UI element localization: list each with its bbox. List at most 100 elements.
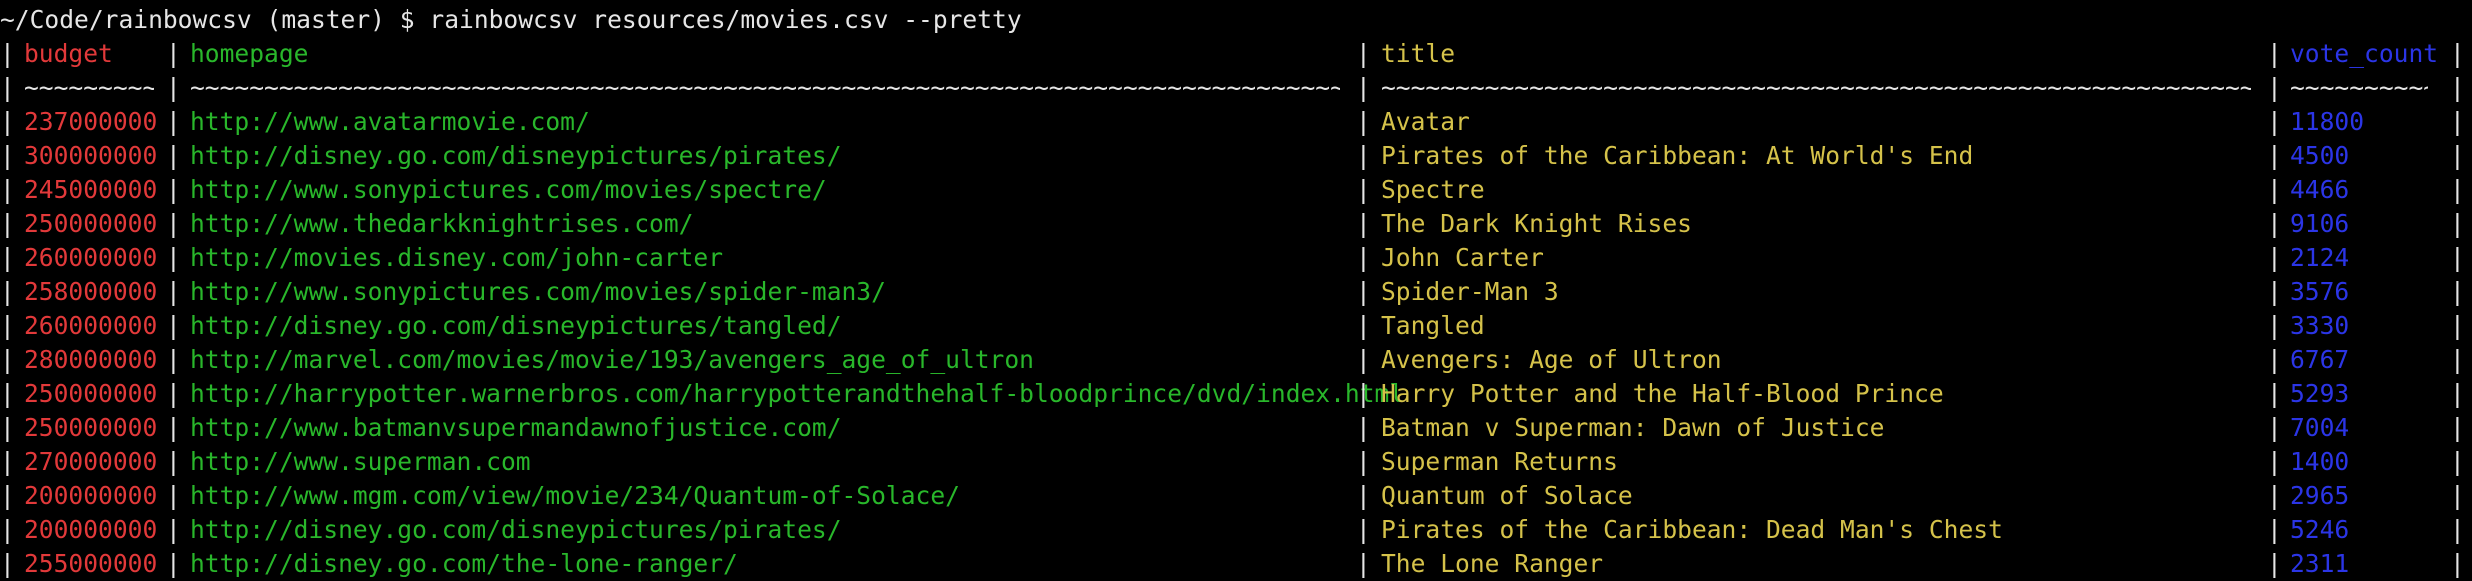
cell-homepage: http://marvel.com/movies/movie/193/aveng… bbox=[190, 345, 1034, 374]
cell-homepage: http://movies.disney.com/john-carter bbox=[190, 243, 724, 272]
column-separator: | bbox=[1356, 209, 1371, 238]
column-separator: | bbox=[2267, 549, 2282, 578]
table-row: | 300000000 | http://disney.go.com/disneypi… bbox=[0, 139, 2472, 173]
cell-title: Spider-Man 3 bbox=[1381, 277, 1559, 306]
cell-homepage: http://www.thedarkknightrises.com/ bbox=[190, 209, 694, 238]
table-row: | 200000000 | http://disney.go.com/disneypi… bbox=[0, 513, 2472, 547]
column-separator: | bbox=[1356, 277, 1371, 306]
column-separator: | bbox=[2267, 243, 2282, 272]
cell-title: The Lone Ranger bbox=[1381, 549, 1604, 578]
cell-budget: 255000000 bbox=[24, 549, 158, 578]
table-row: | 250000000 | http://harrypotter.warnerbros… bbox=[0, 377, 2472, 411]
column-separator: | bbox=[2267, 73, 2282, 102]
table-row: | 245000000 | http://www.sonypictures.com/m… bbox=[0, 173, 2472, 207]
column-separator: | bbox=[2267, 141, 2282, 170]
table-row: | 260000000 | http://movies.disney.com/john… bbox=[0, 241, 2472, 275]
cell-homepage: http://disney.go.com/the-lone-ranger/ bbox=[190, 549, 738, 578]
cell-homepage: http://www.mgm.com/view/movie/234/Quantu… bbox=[190, 481, 960, 510]
column-separator: | bbox=[2450, 345, 2465, 374]
cell-budget: 280000000 bbox=[24, 345, 158, 374]
column-separator: | bbox=[166, 345, 181, 374]
column-separator: | bbox=[1356, 481, 1371, 510]
column-separator: | bbox=[166, 413, 181, 442]
cell-title: Avatar bbox=[1381, 107, 1470, 136]
cell-homepage: http://www.avatarmovie.com/ bbox=[190, 107, 590, 136]
column-separator: | bbox=[2450, 311, 2465, 340]
column-separator: | bbox=[166, 447, 181, 476]
cell-budget: 250000000 bbox=[24, 413, 158, 442]
cell-budget: 237000000 bbox=[24, 107, 158, 136]
column-separator: | bbox=[166, 243, 181, 272]
column-separator: | bbox=[2450, 549, 2465, 578]
column-separator: | bbox=[2450, 379, 2465, 408]
cell-vote-count: 7004 bbox=[2290, 413, 2350, 442]
column-separator: | bbox=[2450, 277, 2465, 306]
column-separator: | bbox=[0, 345, 15, 374]
cell-vote-count: 3330 bbox=[2290, 311, 2350, 340]
column-separator: | bbox=[2267, 515, 2282, 544]
column-separator: | bbox=[0, 447, 15, 476]
column-separator: | bbox=[2267, 413, 2282, 442]
column-separator: | bbox=[1356, 39, 1371, 68]
underline-homepage: ~~~~~~~~~~~~~~~~~~~~~~~~~~~~~~~~~~~~~~~~… bbox=[190, 73, 1340, 102]
column-separator: | bbox=[166, 175, 181, 204]
column-separator: | bbox=[166, 379, 181, 408]
cell-vote-count: 2311 bbox=[2290, 549, 2350, 578]
column-separator: | bbox=[0, 175, 15, 204]
column-separator: | bbox=[1356, 107, 1371, 136]
column-separator: | bbox=[0, 209, 15, 238]
column-separator: | bbox=[166, 549, 181, 578]
table-row: | 260000000 | http://disney.go.com/disneypi… bbox=[0, 309, 2472, 343]
table-row: | 200000000 | http://www.mgm.com/view/movie… bbox=[0, 479, 2472, 513]
cell-homepage: http://www.sonypictures.com/movies/spect… bbox=[190, 175, 827, 204]
header-budget: budget bbox=[24, 39, 113, 68]
column-separator: | bbox=[2450, 73, 2465, 102]
cell-budget: 200000000 bbox=[24, 515, 158, 544]
column-separator: | bbox=[2450, 447, 2465, 476]
column-separator: | bbox=[166, 73, 181, 102]
cell-budget: 260000000 bbox=[24, 243, 158, 272]
column-separator: | bbox=[2267, 481, 2282, 510]
cell-title: Pirates of the Caribbean: Dead Man's Che… bbox=[1381, 515, 2003, 544]
column-separator: | bbox=[166, 277, 181, 306]
cell-vote-count: 2965 bbox=[2290, 481, 2350, 510]
column-separator: | bbox=[2450, 107, 2465, 136]
column-separator: | bbox=[0, 413, 15, 442]
column-separator: | bbox=[0, 549, 15, 578]
column-separator: | bbox=[2450, 175, 2465, 204]
column-separator: | bbox=[166, 481, 181, 510]
column-separator: | bbox=[0, 39, 15, 68]
underline-vote-count: ~~~~~~~~~~ bbox=[2290, 73, 2428, 102]
header-row: | budget | homepage | title | vote_count… bbox=[0, 37, 2472, 71]
column-separator: | bbox=[1356, 379, 1371, 408]
column-separator: | bbox=[0, 481, 15, 510]
cell-vote-count: 9106 bbox=[2290, 209, 2350, 238]
header-title: title bbox=[1381, 39, 1456, 68]
cell-vote-count: 11800 bbox=[2290, 107, 2365, 136]
cell-budget: 250000000 bbox=[24, 379, 158, 408]
column-separator: | bbox=[0, 379, 15, 408]
column-separator: | bbox=[2450, 209, 2465, 238]
cell-title: Quantum of Solace bbox=[1381, 481, 1633, 510]
cell-title: Superman Returns bbox=[1381, 447, 1618, 476]
cell-title: John Carter bbox=[1381, 243, 1544, 272]
column-separator: | bbox=[1356, 345, 1371, 374]
column-separator: | bbox=[2450, 413, 2465, 442]
column-separator: | bbox=[2267, 39, 2282, 68]
underline-title: ~~~~~~~~~~~~~~~~~~~~~~~~~~~~~~~~~~~~~~~~… bbox=[1381, 73, 2251, 102]
cell-budget: 258000000 bbox=[24, 277, 158, 306]
column-separator: | bbox=[2450, 515, 2465, 544]
header-homepage: homepage bbox=[190, 39, 309, 68]
cell-title: Tangled bbox=[1381, 311, 1485, 340]
column-separator: | bbox=[2267, 175, 2282, 204]
table-row: | 250000000 | http://www.thedarkknightrises… bbox=[0, 207, 2472, 241]
terminal-window[interactable]: ~/Code/rainbowcsv (master) $ rainbowcsv … bbox=[0, 3, 2472, 581]
column-separator: | bbox=[0, 141, 15, 170]
cell-homepage: http://disney.go.com/disneypictures/pira… bbox=[190, 515, 842, 544]
column-separator: | bbox=[1356, 447, 1371, 476]
column-separator: | bbox=[166, 209, 181, 238]
cell-budget: 260000000 bbox=[24, 311, 158, 340]
cell-budget: 300000000 bbox=[24, 141, 158, 170]
column-separator: | bbox=[1356, 515, 1371, 544]
column-separator: | bbox=[1356, 413, 1371, 442]
